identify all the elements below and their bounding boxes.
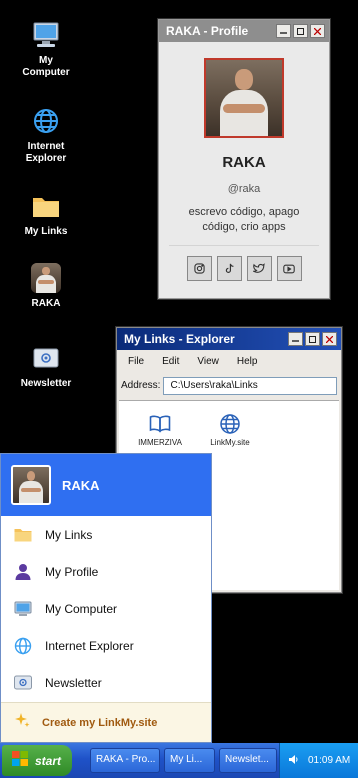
maximize-button[interactable] (293, 24, 308, 38)
start-item-my-profile[interactable]: My Profile (1, 553, 211, 590)
twitter-icon (253, 263, 265, 273)
maximize-button[interactable] (305, 332, 320, 346)
start-item-label: My Computer (45, 601, 118, 616)
desktop-icon-raka[interactable]: RAKA (7, 262, 85, 310)
profile-photo (204, 58, 284, 138)
instagram-button[interactable] (186, 256, 212, 281)
profile-name: RAKA (222, 154, 266, 171)
profile-handle: @raka (227, 183, 261, 195)
desktop-icon-internet-explorer[interactable]: Internet Explorer (7, 105, 85, 165)
start-item-my-computer[interactable]: My Computer (1, 590, 211, 627)
start-item-internet-explorer[interactable]: Internet Explorer (1, 627, 211, 664)
tiktok-icon (225, 263, 233, 273)
footer-label: Create my LinkMy.site (42, 716, 158, 729)
youtube-icon (283, 264, 295, 273)
start-menu: RAKA My Links My Profile My Computer Int… (0, 453, 212, 743)
avatar-icon (30, 262, 62, 294)
start-item-my-links[interactable]: My Links (1, 516, 211, 553)
system-tray: 01:09 AM (279, 743, 358, 778)
start-button[interactable]: start (2, 745, 72, 776)
menu-bar: File Edit View Help (117, 350, 341, 372)
start-item-label: Newsletter (45, 675, 102, 690)
desktop-icon-my-links[interactable]: My Links (7, 190, 85, 238)
computer-icon (30, 19, 62, 51)
maximize-icon (309, 335, 316, 343)
speaker-icon[interactable] (288, 752, 299, 770)
start-item-label: My Links (45, 527, 93, 542)
folder-icon (30, 190, 62, 222)
desktop-icon-label: My Links (24, 226, 68, 237)
file-label: IMMERZIVA (138, 438, 182, 447)
close-icon (326, 335, 333, 343)
youtube-button[interactable] (276, 256, 302, 281)
address-label: Address: (121, 380, 161, 391)
divider (169, 245, 319, 246)
menu-help[interactable]: Help (237, 356, 258, 372)
minimize-icon (280, 31, 287, 34)
windows-logo-icon (12, 750, 28, 771)
menu-edit[interactable]: Edit (162, 356, 179, 372)
close-icon (314, 27, 321, 35)
minimize-icon (292, 339, 299, 342)
maximize-icon (297, 27, 304, 35)
menu-view[interactable]: View (197, 356, 219, 372)
window-title: RAKA - Profile (166, 24, 249, 38)
globe-icon (14, 637, 32, 655)
start-item-label: Internet Explorer (45, 638, 134, 653)
minimize-button[interactable] (288, 332, 303, 346)
mail-icon (14, 674, 32, 692)
globe-icon (30, 105, 62, 137)
start-menu-username: RAKA (62, 477, 100, 493)
sparkle-icon (14, 712, 30, 733)
taskbar-item-my-links[interactable]: My Li... (164, 748, 215, 773)
minimize-button[interactable] (276, 24, 291, 38)
desktop-icon-my-computer[interactable]: My Computer (7, 19, 85, 79)
avatar (11, 465, 51, 505)
desktop-icon-label: My Computer (22, 55, 70, 78)
mail-icon (30, 342, 62, 374)
explorer-titlebar[interactable]: My Links - Explorer (117, 328, 341, 350)
start-label: start (35, 753, 62, 768)
globe-icon (219, 413, 241, 435)
start-menu-header: RAKA (1, 454, 211, 516)
book-icon (149, 413, 171, 435)
social-links (186, 256, 302, 281)
menu-file[interactable]: File (128, 356, 144, 372)
desktop-icon-label: RAKA (31, 298, 61, 309)
twitter-button[interactable] (246, 256, 272, 281)
create-linkmy-site-button[interactable]: Create my LinkMy.site (1, 702, 211, 742)
file-item-immerziva[interactable]: IMMERZIVA (127, 413, 193, 447)
close-button[interactable] (322, 332, 337, 346)
address-bar: Address: C:\Users\raka\Links (117, 372, 341, 396)
desktop-icon-newsletter[interactable]: Newsletter (7, 342, 85, 390)
close-button[interactable] (310, 24, 325, 38)
address-field[interactable]: C:\Users\raka\Links (163, 376, 337, 395)
folder-icon (14, 526, 32, 544)
instagram-icon (193, 263, 205, 274)
profile-titlebar[interactable]: RAKA - Profile (159, 20, 329, 42)
taskbar-item-profile[interactable]: RAKA - Pro... (90, 748, 160, 773)
file-item-linkmy-site[interactable]: LinkMy.site (197, 413, 263, 447)
computer-icon (14, 600, 32, 618)
taskbar: start RAKA - Pro... My Li... Newslet... … (0, 743, 358, 778)
window-title: My Links - Explorer (124, 332, 235, 346)
start-item-label: My Profile (45, 564, 99, 579)
desktop-icon-label: Newsletter (20, 378, 72, 389)
start-menu-list: My Links My Profile My Computer Internet… (1, 516, 211, 701)
file-label: LinkMy.site (210, 438, 250, 447)
tiktok-button[interactable] (216, 256, 242, 281)
taskbar-item-newsletter[interactable]: Newslet... (219, 748, 277, 773)
clock: 01:09 AM (308, 755, 351, 766)
user-icon (14, 563, 32, 581)
profile-bio: escrevo código, apago código, crio apps (188, 206, 300, 233)
start-item-newsletter[interactable]: Newsletter (1, 664, 211, 701)
desktop-icon-label: Internet Explorer (25, 141, 67, 164)
profile-window: RAKA - Profile RAKA @raka escrevo código… (158, 19, 330, 299)
